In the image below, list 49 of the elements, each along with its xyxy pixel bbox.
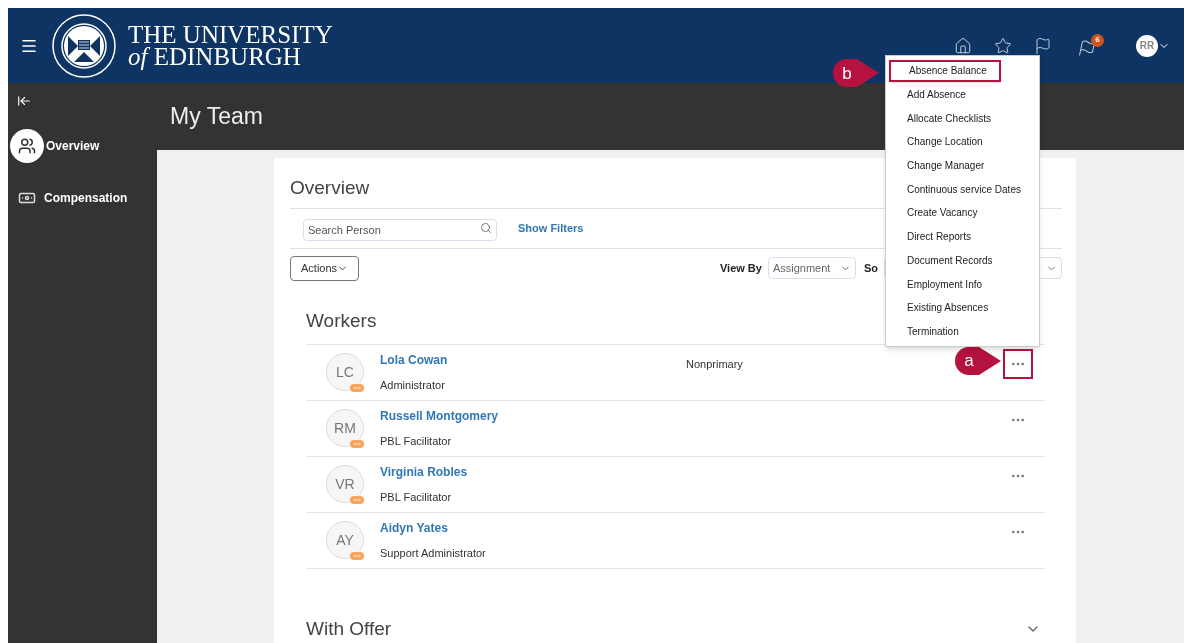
- avatar: VR: [326, 465, 364, 503]
- more-icon[interactable]: [1003, 349, 1033, 379]
- notifications-button[interactable]: 6: [1078, 33, 1104, 58]
- search-field[interactable]: Search Person: [303, 218, 497, 241]
- worker-name[interactable]: Aidyn Yates: [380, 518, 686, 537]
- university-seal-icon: [52, 13, 116, 78]
- home-icon[interactable]: [954, 36, 972, 55]
- logo-text: of EDINBURGH: [128, 45, 301, 68]
- page-title: My Team: [170, 102, 263, 131]
- menu-item[interactable]: Direct Reports: [889, 225, 989, 248]
- team-icon: [18, 137, 36, 155]
- menu-item[interactable]: Allocate Checklists: [889, 107, 1009, 130]
- menu-item[interactable]: Termination: [889, 320, 977, 343]
- star-icon[interactable]: [994, 36, 1012, 55]
- status-icon: [350, 384, 364, 392]
- assignment-type: Nonprimary: [686, 356, 743, 372]
- avatar: RM: [326, 409, 364, 447]
- sidebar-item[interactable]: Compensation: [8, 187, 157, 209]
- collapse-icon[interactable]: [17, 94, 31, 108]
- menu-item[interactable]: Absence Balance: [889, 59, 1001, 82]
- worker-role: PBL Facilitator: [380, 489, 453, 505]
- avatar: AY: [326, 521, 364, 559]
- menu-item[interactable]: Document Records: [889, 249, 1011, 272]
- menu-item[interactable]: Add Absence: [889, 83, 984, 106]
- avatar: LC: [326, 353, 364, 391]
- menu-item[interactable]: Continuous service Dates: [889, 178, 1039, 201]
- view-by-select[interactable]: Assignment: [767, 257, 856, 279]
- menu-item[interactable]: Change Location: [889, 130, 1001, 153]
- sidebar-item[interactable]: Overview: [8, 129, 157, 163]
- sort-label: So: [863, 260, 878, 276]
- worker-name[interactable]: Lola Cowan: [380, 350, 686, 369]
- status-icon: [350, 496, 364, 504]
- worker-name[interactable]: Virginia Robles: [380, 462, 686, 481]
- callout-marker: b: [833, 59, 879, 87]
- section-title: With Offer: [306, 616, 392, 641]
- logo-text: THE UNIVERSITY: [128, 23, 333, 46]
- view-by-label: View By: [719, 260, 762, 276]
- status-icon: [350, 440, 364, 448]
- status-icon: [350, 552, 364, 560]
- menu-item[interactable]: Employment Info: [889, 273, 1001, 296]
- worker-role: PBL Facilitator: [380, 433, 453, 449]
- callout-marker: a: [955, 346, 1001, 375]
- actions-button[interactable]: Actions: [290, 255, 360, 281]
- worker-name[interactable]: Russell Montgomery: [380, 406, 686, 425]
- flag-icon[interactable]: [1034, 36, 1052, 55]
- search-icon: [480, 221, 492, 234]
- worker-role: Support Administrator: [380, 545, 487, 561]
- worker-role: Administrator: [380, 377, 446, 393]
- show-filters-link[interactable]: Show Filters: [518, 220, 584, 237]
